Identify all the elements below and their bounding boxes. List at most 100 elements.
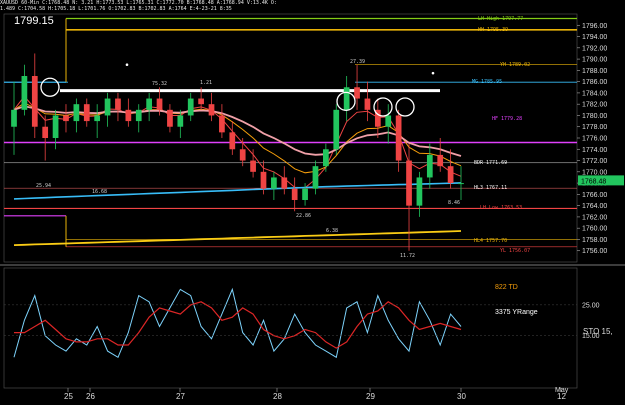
mini-annotation-5: 22.86 [296,212,312,219]
candle-body-43 [458,183,464,185]
osc-k-line [13,287,462,359]
level-label-0: LH High 1797.77 [478,15,524,22]
candle-body-11 [125,109,132,122]
price-tick-label-8: 1780.00 [582,113,607,120]
candle-body-20 [219,115,225,133]
price-tick-label-13: 1770.00 [582,169,607,176]
current-price-label: 1768.48 [581,178,606,185]
osc-panel-frame [3,267,578,389]
mini-annotation-6: 11.72 [400,253,416,260]
candle-body-26 [281,177,288,189]
candle-body-23 [250,160,256,172]
price-levels [4,17,577,248]
candle-body-3 [42,126,49,138]
price-tick-label-12: 1772.00 [582,158,607,165]
big-price-readout: 1799.15 [14,15,54,27]
price-tick-label-9: 1778.00 [582,124,607,131]
price-tick-label-3: 1790.00 [582,57,607,64]
level-label-1: HH 1795.39 [478,26,509,33]
candle-body-38 [406,160,412,206]
candle-body-34 [364,98,371,110]
osc-range-text: 3375 YRange [495,309,538,316]
osc-name-label: STO 15, [583,327,613,336]
mini-annotation-2: 1.21 [200,79,213,86]
level-label-5: BDR 1771.69 [474,159,508,166]
candle-body-15 [167,109,173,127]
ma-orange-line [13,102,462,174]
candle-body-24 [260,171,267,189]
time-tick-label-0: 25 [64,392,73,401]
mini-annotation-7: 8.46 [448,200,461,207]
candle-body-28 [302,188,308,200]
candle-body-33 [354,87,360,99]
candle-body-27 [291,188,298,200]
candle-body-30 [323,149,329,167]
candle-body-10 [115,98,121,110]
mini-annotation-8: 6.38 [326,228,339,234]
osc-td-text: 822 TD [495,284,518,291]
annotation-circle-0 [40,77,60,97]
time-tick-label-1: 26 [86,392,95,401]
candle-body-18 [198,98,204,105]
candle-body-1 [21,76,28,110]
time-tick-label-2: 27 [176,392,185,401]
candle-body-29 [312,166,319,189]
time-axis: 25 26 27 28 29 30 12May [64,387,569,401]
candle-body-12 [135,109,142,122]
candle-body-36 [385,115,392,127]
price-tick-label-5: 1786.00 [582,79,607,86]
mini-annotation-1: 75.32 [152,81,168,88]
candle-body-0 [11,109,17,127]
candle-body-13 [146,98,152,110]
dot-marker-1 [431,71,435,75]
ma-yellow-line [13,230,462,246]
mini-annotation-3: 25.94 [36,182,52,189]
price-tick-label-18: 1760.00 [582,226,607,233]
price-tick-label-11: 1774.00 [582,147,607,154]
candle-body-5 [63,115,69,122]
time-tick-label-4: 29 [366,392,375,401]
oscillator-panel: 25.0015.00STO 15,822 TD3375 YRange [4,284,613,359]
level-label-7: LH Low 1763.53 [480,205,523,212]
candle-body-9 [104,98,111,116]
level-label-6: HL3 1767.11 [474,185,508,192]
candle-body-31 [333,109,340,150]
candle-body-19 [208,104,215,116]
price-tick-label-4: 1788.00 [582,68,607,75]
candle-body-40 [426,154,433,178]
candle-body-42 [447,166,454,184]
candle-body-6 [73,104,80,122]
candle-body-37 [395,115,402,161]
level-label-2: YH 1789.02 [500,61,531,68]
price-tick-label-1: 1794.00 [582,34,607,41]
candle-body-41 [437,154,444,167]
price-tick-label-7: 1782.00 [582,102,607,109]
level-label-3: MG 1785.95 [472,79,503,86]
time-month-label: May [555,387,569,394]
price-tick-label-6: 1784.00 [582,90,607,97]
candle-body-21 [229,132,236,150]
candlesticks [11,53,464,251]
annotation-circle-3 [395,97,415,117]
candle-body-8 [94,115,101,122]
level-label-9: YL 1756.07 [500,247,531,254]
candle-body-17 [187,98,194,116]
level-label-8: HL4 1757.70 [474,238,508,245]
price-tick-label-17: 1762.00 [582,214,607,221]
price-tick-label-10: 1776.00 [582,136,607,143]
mini-annotation-4: 16.68 [92,188,108,195]
time-tick-label-5: 30 [457,392,466,401]
osc-tick-label-0: 25.00 [582,302,600,309]
price-tick-label-16: 1764.00 [582,203,607,210]
price-tick-label-19: 1758.00 [582,237,607,244]
candle-body-2 [31,76,38,127]
candle-body-7 [83,104,90,122]
candle-body-14 [156,98,163,110]
chart-canvas[interactable]: 1796.00 1794.00 1792.00 1790.00 1788.00 1786.… [0,0,625,405]
annotation-circle-2 [373,97,393,117]
dot-marker-0 [125,63,129,67]
header-line-2: 1.489 C:1704.58 H:1705.18 L:1701.76 O:17… [0,6,232,12]
ma-blue-line [13,182,462,200]
candle-body-16 [177,115,184,127]
price-panel-frame [3,13,578,263]
